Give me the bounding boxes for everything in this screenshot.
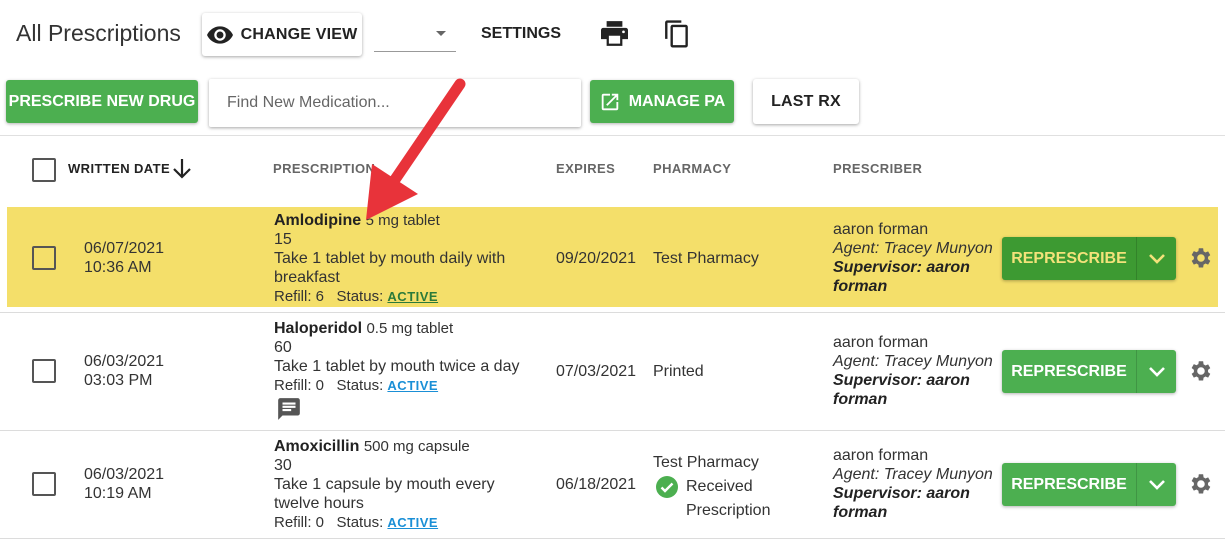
open-in-new-icon bbox=[601, 93, 618, 110]
expires-cell: 06/18/2021 bbox=[556, 476, 637, 493]
row-divider bbox=[0, 312, 1225, 313]
agent-name: Agent: Tracey Munyon bbox=[833, 466, 993, 483]
prescribe-new-drug-button[interactable]: PRESCRIBE NEW DRUG bbox=[6, 80, 198, 123]
row-checkbox[interactable] bbox=[32, 246, 56, 270]
status-link[interactable]: ACTIVE bbox=[387, 378, 438, 393]
column-pharmacy[interactable]: PHARMACY bbox=[653, 161, 731, 176]
represcribe-button[interactable]: REPRESCRIBE bbox=[1002, 463, 1176, 506]
gear-icon[interactable] bbox=[1187, 245, 1213, 271]
pharmacy-name: Test Pharmacy bbox=[653, 454, 759, 471]
change-view-button[interactable]: CHANGE VIEW bbox=[202, 13, 362, 56]
drug-sig: Take 1 capsule by mouth every twelve hou… bbox=[274, 476, 495, 512]
status-link[interactable]: ACTIVE bbox=[387, 289, 438, 304]
status-label: Status: bbox=[336, 288, 384, 305]
prescription-cell: Amoxicillin 500 mg capsule 30 Take 1 cap… bbox=[274, 437, 544, 532]
expires-cell: 07/03/2021 bbox=[556, 363, 637, 380]
represcribe-button[interactable]: REPRESCRIBE bbox=[1002, 237, 1176, 280]
represcribe-dropdown[interactable] bbox=[1137, 366, 1176, 378]
column-expires[interactable]: EXPIRES bbox=[556, 161, 615, 176]
represcribe-dropdown[interactable] bbox=[1137, 479, 1176, 491]
supervisor-name: Supervisor: aaron forman bbox=[833, 485, 970, 521]
refill-count: Refill: 0 bbox=[274, 514, 325, 531]
gear-icon[interactable] bbox=[1187, 358, 1213, 384]
written-date: 06/03/2021 bbox=[84, 353, 165, 370]
prescription-cell: Haloperidol 0.5 mg tablet 60 Take 1 tabl… bbox=[274, 319, 544, 395]
written-time: 03:03 PM bbox=[84, 372, 153, 389]
check-circle-icon bbox=[656, 476, 678, 498]
status-link[interactable]: ACTIVE bbox=[387, 515, 438, 530]
written-date-cell: 06/03/2021 10:19 AM bbox=[84, 465, 164, 503]
represcribe-label: REPRESCRIBE bbox=[1011, 362, 1127, 380]
manage-pa-label: MANAGE PA bbox=[628, 92, 726, 110]
refill-count: Refill: 6 bbox=[274, 288, 325, 305]
drug-sig: Take 1 tablet by mouth daily with breakf… bbox=[274, 250, 506, 286]
drug-sig: Take 1 tablet by mouth twice a day bbox=[274, 358, 520, 375]
represcribe-label: REPRESCRIBE bbox=[1011, 249, 1127, 267]
prescriber-name: aaron forman bbox=[833, 447, 929, 464]
agent-name: Agent: Tracey Munyon bbox=[833, 353, 993, 370]
refill-count: Refill: 0 bbox=[274, 377, 325, 394]
settings-button[interactable]: SETTINGS bbox=[481, 25, 561, 43]
represcribe-button[interactable]: REPRESCRIBE bbox=[1002, 350, 1176, 393]
drug-quantity: 15 bbox=[274, 231, 292, 248]
last-rx-button[interactable]: LAST RX bbox=[753, 79, 859, 124]
change-view-label: CHANGE VIEW bbox=[240, 25, 358, 43]
written-date: 06/03/2021 bbox=[84, 466, 165, 483]
view-select[interactable] bbox=[374, 18, 456, 52]
gear-icon[interactable] bbox=[1187, 471, 1213, 497]
drug-quantity: 30 bbox=[274, 457, 292, 474]
chat-icon[interactable] bbox=[276, 396, 302, 422]
supervisor-name: Supervisor: aaron forman bbox=[833, 372, 970, 408]
drug-strength: 0.5 mg tablet bbox=[366, 320, 454, 337]
row-checkbox[interactable] bbox=[32, 472, 56, 496]
written-date: 06/07/2021 bbox=[84, 240, 165, 257]
manage-pa-button[interactable]: MANAGE PA bbox=[590, 80, 734, 123]
pharmacy-cell: Printed bbox=[653, 363, 704, 380]
drug-quantity: 60 bbox=[274, 339, 292, 356]
prescriber-name: aaron forman bbox=[833, 334, 929, 351]
supervisor-name: Supervisor: aaron forman bbox=[833, 259, 970, 295]
column-written-date[interactable]: WRITTEN DATE bbox=[68, 161, 170, 176]
drug-name: Amoxicillin bbox=[274, 438, 360, 455]
prescriber-cell: aaron forman Agent: Tracey Munyon Superv… bbox=[833, 333, 993, 409]
represcribe-label: REPRESCRIBE bbox=[1011, 475, 1127, 493]
written-date-cell: 06/07/2021 10:36 AM bbox=[84, 239, 164, 277]
written-time: 10:19 AM bbox=[84, 485, 152, 502]
prescriber-cell: aaron forman Agent: Tracey Munyon Superv… bbox=[833, 220, 993, 296]
status-label: Status: bbox=[336, 377, 384, 394]
represcribe-dropdown[interactable] bbox=[1137, 253, 1176, 265]
row-divider bbox=[0, 430, 1225, 431]
pharmacy-cell: Test Pharmacy Received Prescription bbox=[653, 451, 773, 523]
status-label: Status: bbox=[336, 514, 384, 531]
page-title: All Prescriptions bbox=[16, 20, 181, 46]
agent-name: Agent: Tracey Munyon bbox=[833, 240, 993, 257]
annotation-arrow bbox=[366, 78, 466, 220]
chevron-down-icon bbox=[1148, 366, 1165, 377]
row-checkbox[interactable] bbox=[32, 359, 56, 383]
print-icon[interactable] bbox=[601, 21, 628, 46]
caret-down-icon bbox=[436, 31, 446, 36]
prescription-cell: Amlodipine 5 mg tablet 15 Take 1 tablet … bbox=[274, 211, 544, 306]
expires-cell: 09/20/2021 bbox=[556, 250, 637, 267]
column-written-date-label: WRITTEN DATE bbox=[68, 161, 171, 176]
prescriber-cell: aaron forman Agent: Tracey Munyon Superv… bbox=[833, 446, 993, 522]
column-prescriber[interactable]: PRESCRIBER bbox=[833, 161, 922, 176]
prescriber-name: aaron forman bbox=[833, 221, 929, 238]
drug-name: Haloperidol bbox=[274, 320, 363, 337]
row-divider bbox=[0, 538, 1225, 539]
written-date-cell: 06/03/2021 03:03 PM bbox=[84, 352, 164, 390]
chevron-down-icon bbox=[1148, 479, 1165, 490]
written-time: 10:36 AM bbox=[84, 259, 152, 276]
pharmacy-cell: Test Pharmacy bbox=[653, 250, 759, 267]
drug-name: Amlodipine bbox=[274, 212, 362, 229]
chevron-down-icon bbox=[1148, 253, 1165, 264]
eye-icon bbox=[206, 25, 233, 44]
copy-icon[interactable] bbox=[664, 20, 690, 49]
arrow-down-icon[interactable] bbox=[172, 158, 192, 180]
table-divider bbox=[0, 135, 1225, 136]
drug-strength: 500 mg capsule bbox=[363, 438, 470, 455]
select-all-checkbox[interactable] bbox=[32, 158, 56, 182]
